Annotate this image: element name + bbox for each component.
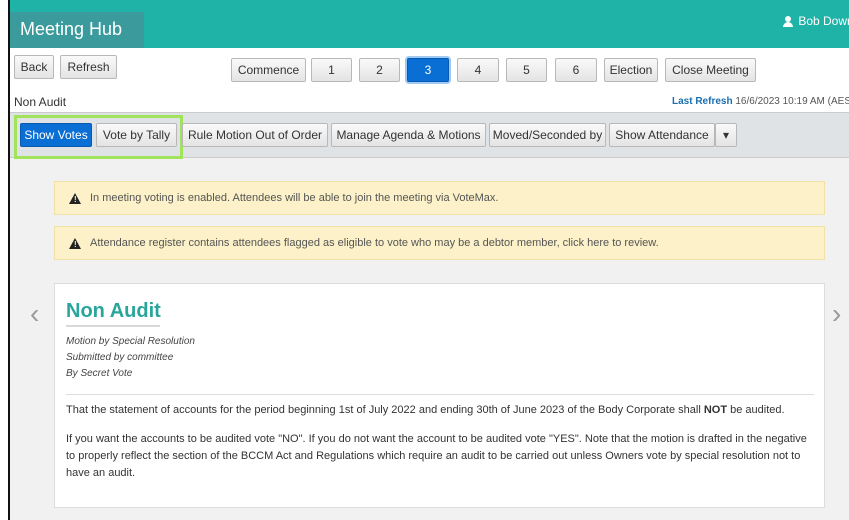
- motion-explanation: If you want the accounts to be audited v…: [66, 433, 807, 479]
- manage-agenda-button[interactable]: Manage Agenda & Motions: [331, 123, 486, 147]
- meeting-nav: Back Refresh Commence 1 2 3 4 5 6 Electi…: [10, 48, 849, 90]
- refresh-button[interactable]: Refresh: [60, 55, 117, 79]
- debtor-member-alert[interactable]: Attendance register contains attendees f…: [54, 226, 825, 260]
- last-refresh-value: 16/6/2023 10:19 AM (AES: [735, 96, 849, 107]
- moved-seconded-button[interactable]: Moved/Seconded by: [489, 123, 606, 147]
- election-button[interactable]: Election: [604, 58, 658, 82]
- motion-statement: That the statement of accounts for the p…: [66, 404, 816, 416]
- step-2-button[interactable]: 2: [359, 58, 400, 82]
- step-4-button[interactable]: 4: [457, 58, 499, 82]
- voting-enabled-alert: In meeting voting is enabled. Attendees …: [54, 181, 825, 215]
- close-meeting-button[interactable]: Close Meeting: [665, 58, 756, 82]
- alert-text: Attendance register contains attendees f…: [90, 237, 659, 249]
- user-name: Bob Dowr: [798, 14, 849, 28]
- show-attendance-button[interactable]: Show Attendance: [609, 123, 715, 147]
- title-underline: [66, 325, 160, 327]
- motion-statement-end: be audited.: [727, 404, 785, 416]
- alert-text: In meeting voting is enabled. Attendees …: [90, 192, 499, 204]
- motion-type: Motion by Special Resolution: [66, 336, 195, 347]
- motion-vote-method: By Secret Vote: [66, 368, 133, 379]
- user-menu[interactable]: Bob Dowr: [783, 14, 849, 28]
- action-toolbar: Show Votes Vote by Tally Rule Motion Out…: [10, 112, 849, 159]
- step-1-button[interactable]: 1: [311, 58, 352, 82]
- vote-by-tally-button[interactable]: Vote by Tally: [96, 123, 177, 147]
- app-title[interactable]: Meeting Hub: [10, 12, 144, 48]
- motion-statement-emphasis: NOT: [703, 404, 728, 416]
- rule-motion-out-of-order-button[interactable]: Rule Motion Out of Order: [182, 123, 328, 147]
- motion-card: Non Audit Motion by Special Resolution S…: [54, 283, 825, 508]
- step-6-button[interactable]: 6: [555, 58, 597, 82]
- chevron-down-icon[interactable]: ▾: [715, 123, 737, 147]
- motion-title: Non Audit: [66, 300, 161, 322]
- status-line: Non Audit Last Refresh 16/6/2023 10:19 A…: [10, 90, 849, 112]
- chevron-right-icon[interactable]: ›: [832, 300, 841, 328]
- last-refresh-label: Last Refresh: [672, 96, 733, 107]
- warning-icon: [69, 237, 81, 249]
- motion-meta: Motion by Special Resolution Submitted b…: [66, 334, 195, 382]
- warning-icon: [69, 192, 81, 204]
- current-motion-name: Non Audit: [14, 95, 67, 109]
- show-votes-button[interactable]: Show Votes: [20, 123, 92, 147]
- motion-submitted: Submitted by committee: [66, 352, 174, 363]
- user-icon: [783, 15, 794, 27]
- step-3-button[interactable]: 3: [407, 58, 449, 82]
- divider: [66, 394, 814, 395]
- app-frame: Meeting Hub Bob Dowr Back Refresh Commen…: [8, 0, 849, 520]
- chevron-left-icon[interactable]: ‹: [30, 300, 39, 328]
- top-bar: Meeting Hub Bob Dowr: [10, 0, 849, 48]
- step-5-button[interactable]: 5: [506, 58, 547, 82]
- back-button[interactable]: Back: [14, 55, 54, 79]
- last-refresh: Last Refresh 16/6/2023 10:19 AM (AES: [672, 96, 849, 107]
- commence-button[interactable]: Commence: [231, 58, 306, 82]
- motion-statement-start: That the statement of accounts for the p…: [66, 404, 704, 416]
